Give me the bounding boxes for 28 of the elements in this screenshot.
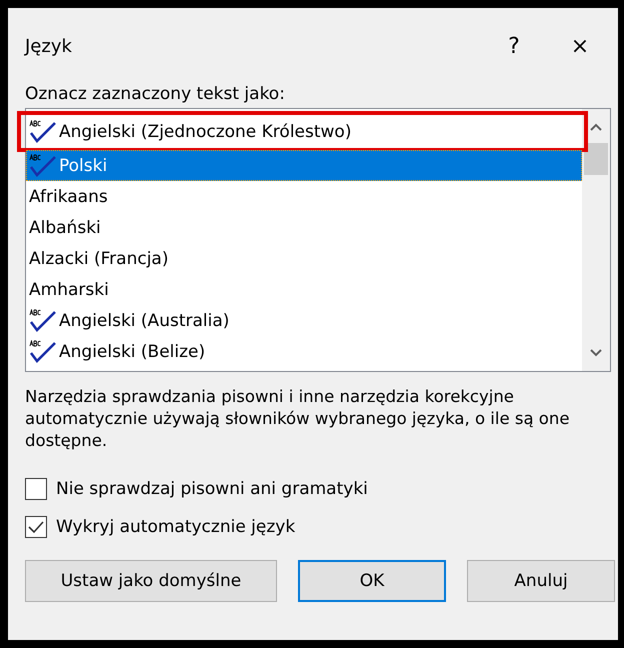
language-item[interactable]: Polski <box>26 150 582 181</box>
window-title: Język <box>25 36 73 56</box>
option-checkbox[interactable]: Wykryj automatycznie język <box>25 508 618 546</box>
spelling-check-icon <box>29 340 57 364</box>
language-item[interactable]: Alzacki (Francja) <box>26 243 582 274</box>
help-button[interactable]: ? <box>486 26 542 66</box>
close-button[interactable]: × <box>552 26 608 66</box>
language-item[interactable]: Afrikaans <box>26 181 582 212</box>
description-text: Narzędzia sprawdzania pisowni i inne narzędzia korekcyjne automatycznie używają słowników wybranego języka, o ile są one dostępne. <box>25 386 571 452</box>
language-item[interactable]: Angielski (Australia) <box>26 305 582 336</box>
language-item[interactable]: Angielski (Zjednoczone Królestwo) <box>21 115 584 148</box>
spelling-check-icon <box>29 308 57 332</box>
list-label: Oznacz zaznaczony tekst jako: <box>25 84 286 104</box>
scrollbar[interactable] <box>582 109 610 371</box>
dialog-button[interactable]: Anuluj <box>467 560 615 602</box>
dialog-button[interactable]: Ustaw jako domyślne <box>25 560 277 602</box>
checkbox[interactable] <box>25 516 47 538</box>
spelling-check-icon <box>29 120 57 144</box>
checkbox[interactable] <box>25 478 47 500</box>
option-label: Nie sprawdzaj pisowni ani gramatyki <box>56 479 368 499</box>
language-item[interactable]: Albański <box>26 212 582 243</box>
dialog-button[interactable]: OK <box>298 560 446 602</box>
option-label: Wykryj automatycznie język <box>56 517 296 537</box>
option-checkbox[interactable]: Nie sprawdzaj pisowni ani gramatyki <box>25 470 618 508</box>
scroll-thumb[interactable] <box>584 143 608 175</box>
language-item[interactable]: Angielski (Belize) <box>26 336 582 367</box>
language-item[interactable]: Amharski <box>26 274 582 305</box>
spelling-check-icon <box>29 154 57 178</box>
